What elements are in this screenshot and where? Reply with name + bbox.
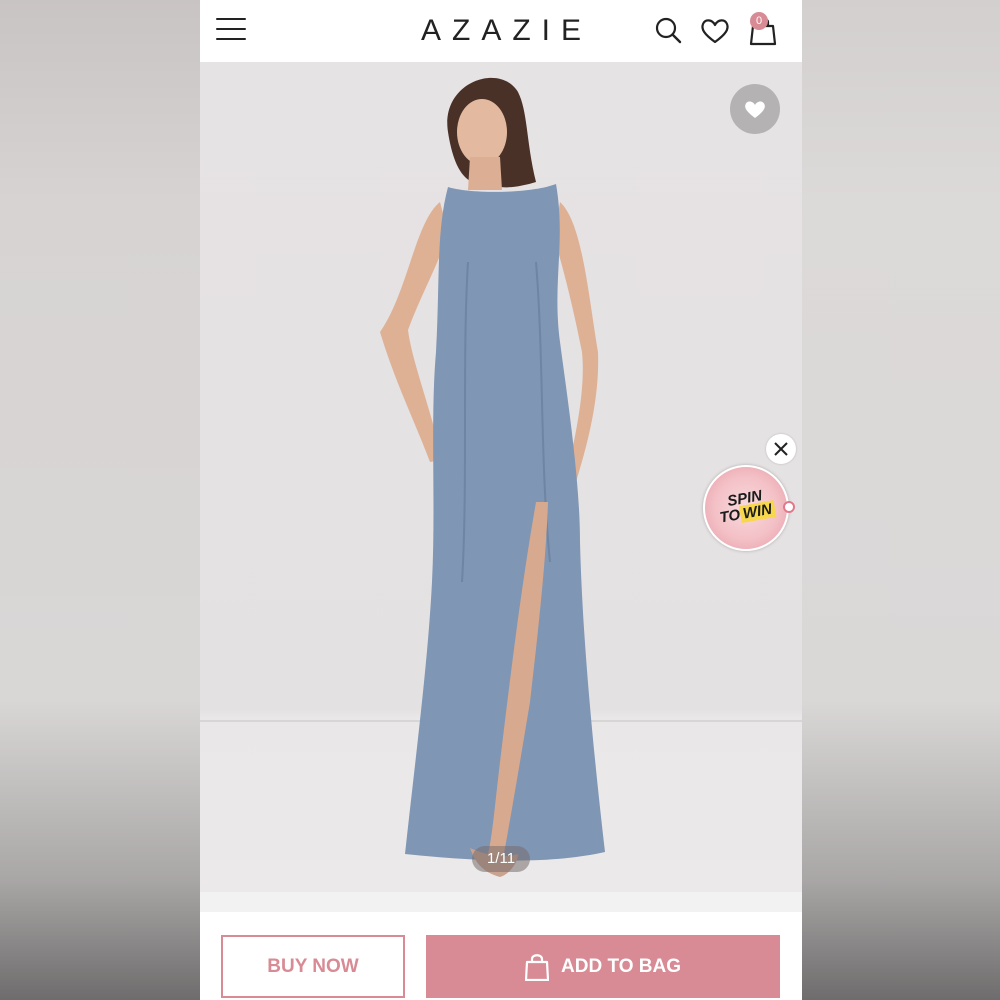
bag-icon[interactable]: 0	[745, 12, 779, 48]
bag-icon	[525, 953, 549, 981]
section-divider	[200, 892, 802, 912]
heart-icon[interactable]	[698, 14, 732, 48]
add-to-bag-label: ADD TO BAG	[561, 955, 681, 977]
spin-to-win-label: SPIN TOWIN	[709, 485, 783, 527]
add-to-bag-button[interactable]: ADD TO BAG	[426, 935, 780, 998]
spin-to-win-button[interactable]: SPIN TOWIN	[703, 465, 795, 551]
product-photo	[380, 77, 605, 877]
favorite-button[interactable]	[730, 84, 780, 134]
spin-pointer	[783, 501, 795, 513]
buy-now-button[interactable]: BUY NOW	[221, 935, 405, 998]
bottom-action-bar: BUY NOW ADD TO BAG	[200, 912, 802, 1000]
backdrop-right	[802, 0, 1000, 1000]
close-icon[interactable]	[766, 434, 796, 464]
heart-icon	[745, 101, 765, 118]
backdrop-left	[0, 0, 200, 1000]
product-image-gallery[interactable]: 1/11	[200, 62, 802, 892]
top-header: AZAZIE 0	[200, 0, 802, 62]
search-icon[interactable]	[652, 14, 686, 48]
cart-count-badge: 0	[750, 12, 768, 30]
image-counter: 1/11	[472, 846, 530, 872]
mobile-screen: AZAZIE 0 1/11 SPIN TOWIN BUY NOW ADD TO …	[200, 0, 802, 1000]
